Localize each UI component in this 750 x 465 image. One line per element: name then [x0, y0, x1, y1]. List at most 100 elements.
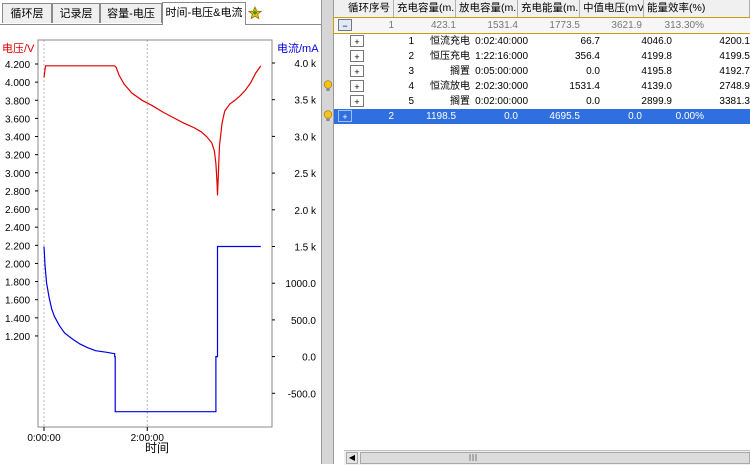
- scroll-grip-icon: [469, 454, 477, 461]
- step-duration: 0:05:00:000: [475, 66, 528, 77]
- tab-capacity-voltage[interactable]: 容量-电压: [100, 3, 162, 23]
- median-voltage: 3621.9: [611, 20, 642, 31]
- step-row[interactable]: +2 恒压充电 1:22:16:000 356.4 4199.8 4199.5: [334, 49, 750, 64]
- step-row[interactable]: +3 搁置 0:05:00:000 0.0 4195.8 4192.7: [334, 64, 750, 79]
- x-axis-ticks: 0:00:00 2:00:00: [27, 427, 164, 444]
- right-tick-label: 3.0 k: [294, 132, 317, 143]
- left-axis-ticks: 4.200 4.000 3.800 3.600 3.400 3.200 3.000 2.800…: [5, 60, 38, 343]
- step-row[interactable]: +1 恒流充电 0:02:40:000 66.7 4046.0 4200.1: [334, 34, 750, 49]
- step-number: 4: [408, 81, 414, 92]
- right-tick-label: 1.5 k: [294, 243, 317, 254]
- chart-tab-bar: 循环层 记录层 容量-电压 时间-电压&电流: [0, 0, 321, 25]
- expand-icon[interactable]: +: [350, 65, 364, 77]
- cycle-number: 2: [388, 111, 394, 122]
- left-tick-label: 1.800: [5, 278, 30, 289]
- cycle-row[interactable]: − 1 423.1 1531.4 1773.5 3621.9 313.30%: [333, 17, 750, 34]
- left-tick-label: 2.200: [5, 241, 30, 252]
- left-tick-label: 3.000: [5, 169, 30, 180]
- expand-icon[interactable]: +: [338, 110, 352, 122]
- median-voltage: 0.0: [628, 111, 642, 122]
- step-name: 搁置: [450, 96, 470, 107]
- left-tick-label: 3.800: [5, 96, 30, 107]
- step-duration: 1:22:16:000: [475, 51, 528, 62]
- col-header-cycle[interactable]: 循环序号: [334, 0, 394, 17]
- step-number: 3: [408, 66, 414, 77]
- right-tick-label: 2.0 k: [294, 206, 317, 217]
- left-tick-label: 3.400: [5, 133, 30, 144]
- step-start-voltage: 4046.0: [641, 36, 672, 47]
- step-name: 恒压充电: [430, 51, 470, 62]
- step-end-voltage: 4200.1: [719, 36, 750, 47]
- tab-record-layer[interactable]: 记录层: [52, 3, 100, 23]
- x-axis-label: 时间: [145, 441, 169, 455]
- right-tick-label: 1000.0: [285, 279, 316, 290]
- expand-icon[interactable]: +: [350, 80, 364, 92]
- left-tick-label: 2.800: [5, 187, 30, 198]
- left-tick-label: 2.000: [5, 259, 30, 270]
- x-tick-label: 0:00:00: [27, 433, 61, 444]
- step-capacity: 66.7: [580, 36, 600, 47]
- charge-energy: 4695.5: [549, 111, 580, 122]
- left-tick-label: 3.600: [5, 114, 30, 125]
- step-end-voltage: 4199.5: [719, 51, 750, 62]
- step-start-voltage: 2899.9: [641, 96, 672, 107]
- left-tick-label: 1.600: [5, 296, 30, 307]
- tab-cycle-layer[interactable]: 循环层: [2, 3, 52, 23]
- discharge-capacity: 1531.4: [487, 20, 518, 31]
- step-start-voltage: 4195.8: [641, 66, 672, 77]
- step-duration: 0:02:40:000: [475, 36, 528, 47]
- tab-time-voltage-current[interactable]: 时间-电压&电流: [162, 2, 246, 25]
- expand-icon[interactable]: +: [350, 50, 364, 62]
- collapse-icon[interactable]: −: [338, 19, 352, 31]
- left-tick-label: 2.400: [5, 223, 30, 234]
- step-row[interactable]: +5 搁置 0:02:00:000 0.0 2899.9 3381.3: [334, 94, 750, 109]
- series-line-voltage: [43, 65, 262, 196]
- left-tick-label: 4.200: [5, 60, 30, 71]
- step-duration: 0:02:00:000: [475, 96, 528, 107]
- step-capacity: 1531.4: [569, 81, 600, 92]
- cycle-row[interactable]: +2 1198.5 0.0 4695.5 0.0 0.00%: [334, 109, 750, 124]
- left-tick-label: 3.200: [5, 151, 30, 162]
- scroll-thumb[interactable]: [360, 452, 750, 464]
- col-header-charge-energy[interactable]: 充电能量(m...: [518, 0, 580, 17]
- expand-icon[interactable]: +: [350, 95, 364, 107]
- left-tick-label: 1.200: [5, 332, 30, 343]
- col-header-discharge-capacity[interactable]: 放电容量(m...: [456, 0, 518, 17]
- step-row[interactable]: +4 恒流放电 2:02:30:000 1531.4 4139.0 2748.9: [334, 79, 750, 94]
- add-tab-icon[interactable]: [248, 6, 262, 20]
- step-start-voltage: 4139.0: [641, 81, 672, 92]
- left-tick-label: 2.600: [5, 205, 30, 216]
- series-line-current: [43, 245, 261, 413]
- col-header-charge-capacity[interactable]: 充电容量(m...: [394, 0, 456, 17]
- step-name: 搁置: [450, 66, 470, 77]
- cycle-table-panel: 循环序号 充电容量(m... 放电容量(m... 充电能量(m... 中值电压(…: [333, 0, 750, 465]
- col-header-median-voltage[interactable]: 中值电压(mV): [580, 0, 644, 17]
- charge-capacity: 1198.5: [426, 111, 456, 122]
- cycle-number: 1: [388, 20, 394, 31]
- chart-panel: 循环层 记录层 容量-电压 时间-电压&电流 电压/V 电流/mA 4.200 4…: [0, 0, 321, 464]
- right-tick-label: 4.0 k: [294, 59, 317, 70]
- lightbulb-icon: [323, 80, 333, 91]
- col-header-energy-efficiency[interactable]: 能量效率(%): [644, 0, 750, 17]
- energy-efficiency: 313.30%: [664, 20, 704, 31]
- step-capacity: 0.0: [586, 96, 600, 107]
- charge-capacity: 423.1: [430, 20, 456, 31]
- right-tick-label: 0.0: [302, 353, 316, 364]
- step-start-voltage: 4199.8: [641, 51, 672, 62]
- chart-grid: [43, 40, 148, 427]
- step-number: 1: [408, 36, 414, 47]
- expand-icon[interactable]: +: [350, 35, 364, 47]
- step-number: 2: [408, 51, 414, 62]
- horizontal-scrollbar[interactable]: ◀: [344, 450, 750, 465]
- energy-efficiency: 0.00%: [675, 111, 704, 122]
- scroll-left-icon[interactable]: ◀: [346, 452, 358, 464]
- step-name: 恒流放电: [430, 81, 470, 92]
- step-end-voltage: 2748.9: [719, 81, 750, 92]
- pane-splitter[interactable]: [321, 0, 334, 464]
- chart-series: [43, 65, 262, 413]
- step-name: 恒流充电: [430, 36, 470, 47]
- right-tick-label: -500.0: [288, 389, 317, 400]
- step-capacity: 356.4: [574, 51, 600, 62]
- step-end-voltage: 3381.3: [719, 96, 750, 107]
- lightbulb-icon: [323, 110, 333, 121]
